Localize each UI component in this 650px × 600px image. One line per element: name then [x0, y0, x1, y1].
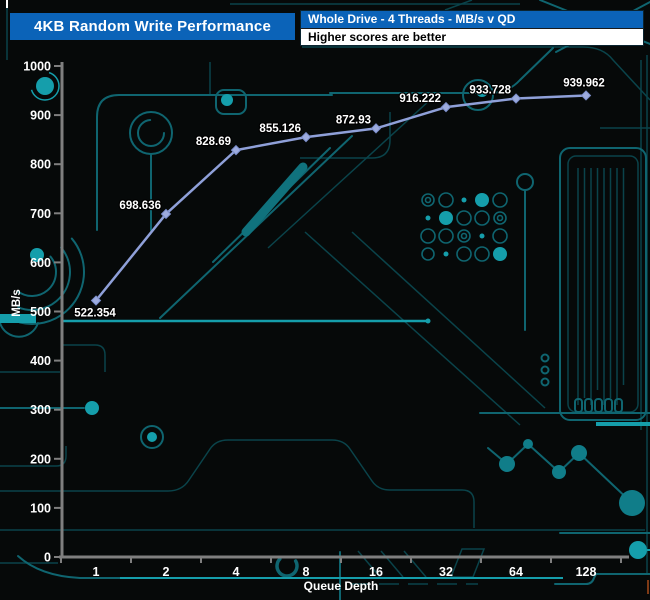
- x-tick-label: 32: [439, 565, 453, 579]
- x-tick-label: 4: [233, 565, 240, 579]
- y-axis-title: MB/s: [11, 289, 23, 316]
- data-point-marker: [512, 94, 521, 103]
- data-point-label: 872.93: [336, 114, 371, 126]
- chart-subtitle-block: Whole Drive - 4 Threads - MB/s v QD High…: [300, 10, 644, 46]
- x-tick-label: 128: [576, 565, 597, 579]
- data-point-label: 939.962: [563, 77, 605, 89]
- y-tick-label: 900: [30, 109, 51, 123]
- y-tick-label: 100: [30, 501, 51, 515]
- y-tick-label: 700: [30, 207, 51, 221]
- y-tick-label: 400: [30, 354, 51, 368]
- data-point-label: 916.222: [399, 93, 441, 105]
- data-point-label: 522.354: [74, 308, 116, 320]
- y-tick-label: 200: [30, 452, 51, 466]
- y-tick-label: 500: [30, 305, 51, 319]
- x-tick-label: 64: [509, 565, 523, 579]
- x-tick-label: 8: [303, 565, 310, 579]
- y-tick-label: 0: [44, 551, 51, 565]
- x-axis-title: Queue Depth: [304, 579, 379, 593]
- data-point-label: 933.728: [469, 85, 511, 97]
- data-point-marker: [302, 133, 311, 142]
- x-tick-label: 1: [93, 565, 100, 579]
- x-tick-label: 2: [163, 565, 170, 579]
- y-tick-label: 1000: [23, 60, 51, 74]
- y-tick-label: 800: [30, 158, 51, 172]
- data-point-marker: [372, 124, 381, 133]
- data-point-marker: [442, 103, 451, 112]
- chart-subtitle: Whole Drive - 4 Threads - MB/s v QD: [301, 11, 643, 28]
- chart-title-bar: 4KB Random Write Performance: [10, 13, 295, 40]
- x-tick-label: 16: [369, 565, 383, 579]
- chart-canvas: 0 100 200 300 400 500 600 700 800 900 1000 1 2 4 8 16 32…: [0, 0, 650, 600]
- y-tick-label: 600: [30, 256, 51, 270]
- data-point-marker: [582, 91, 591, 100]
- data-point-label: 855.126: [259, 123, 301, 135]
- chart-note: Higher scores are better: [301, 28, 643, 45]
- y-tick-label: 300: [30, 403, 51, 417]
- data-point-label: 698.636: [119, 200, 161, 212]
- chart-title: 4KB Random Write Performance: [34, 18, 271, 35]
- performance-line-chart: 0 100 200 300 400 500 600 700 800 900 1000 1 2 4 8 16 32…: [0, 0, 650, 600]
- data-point-label: 828.69: [196, 136, 231, 148]
